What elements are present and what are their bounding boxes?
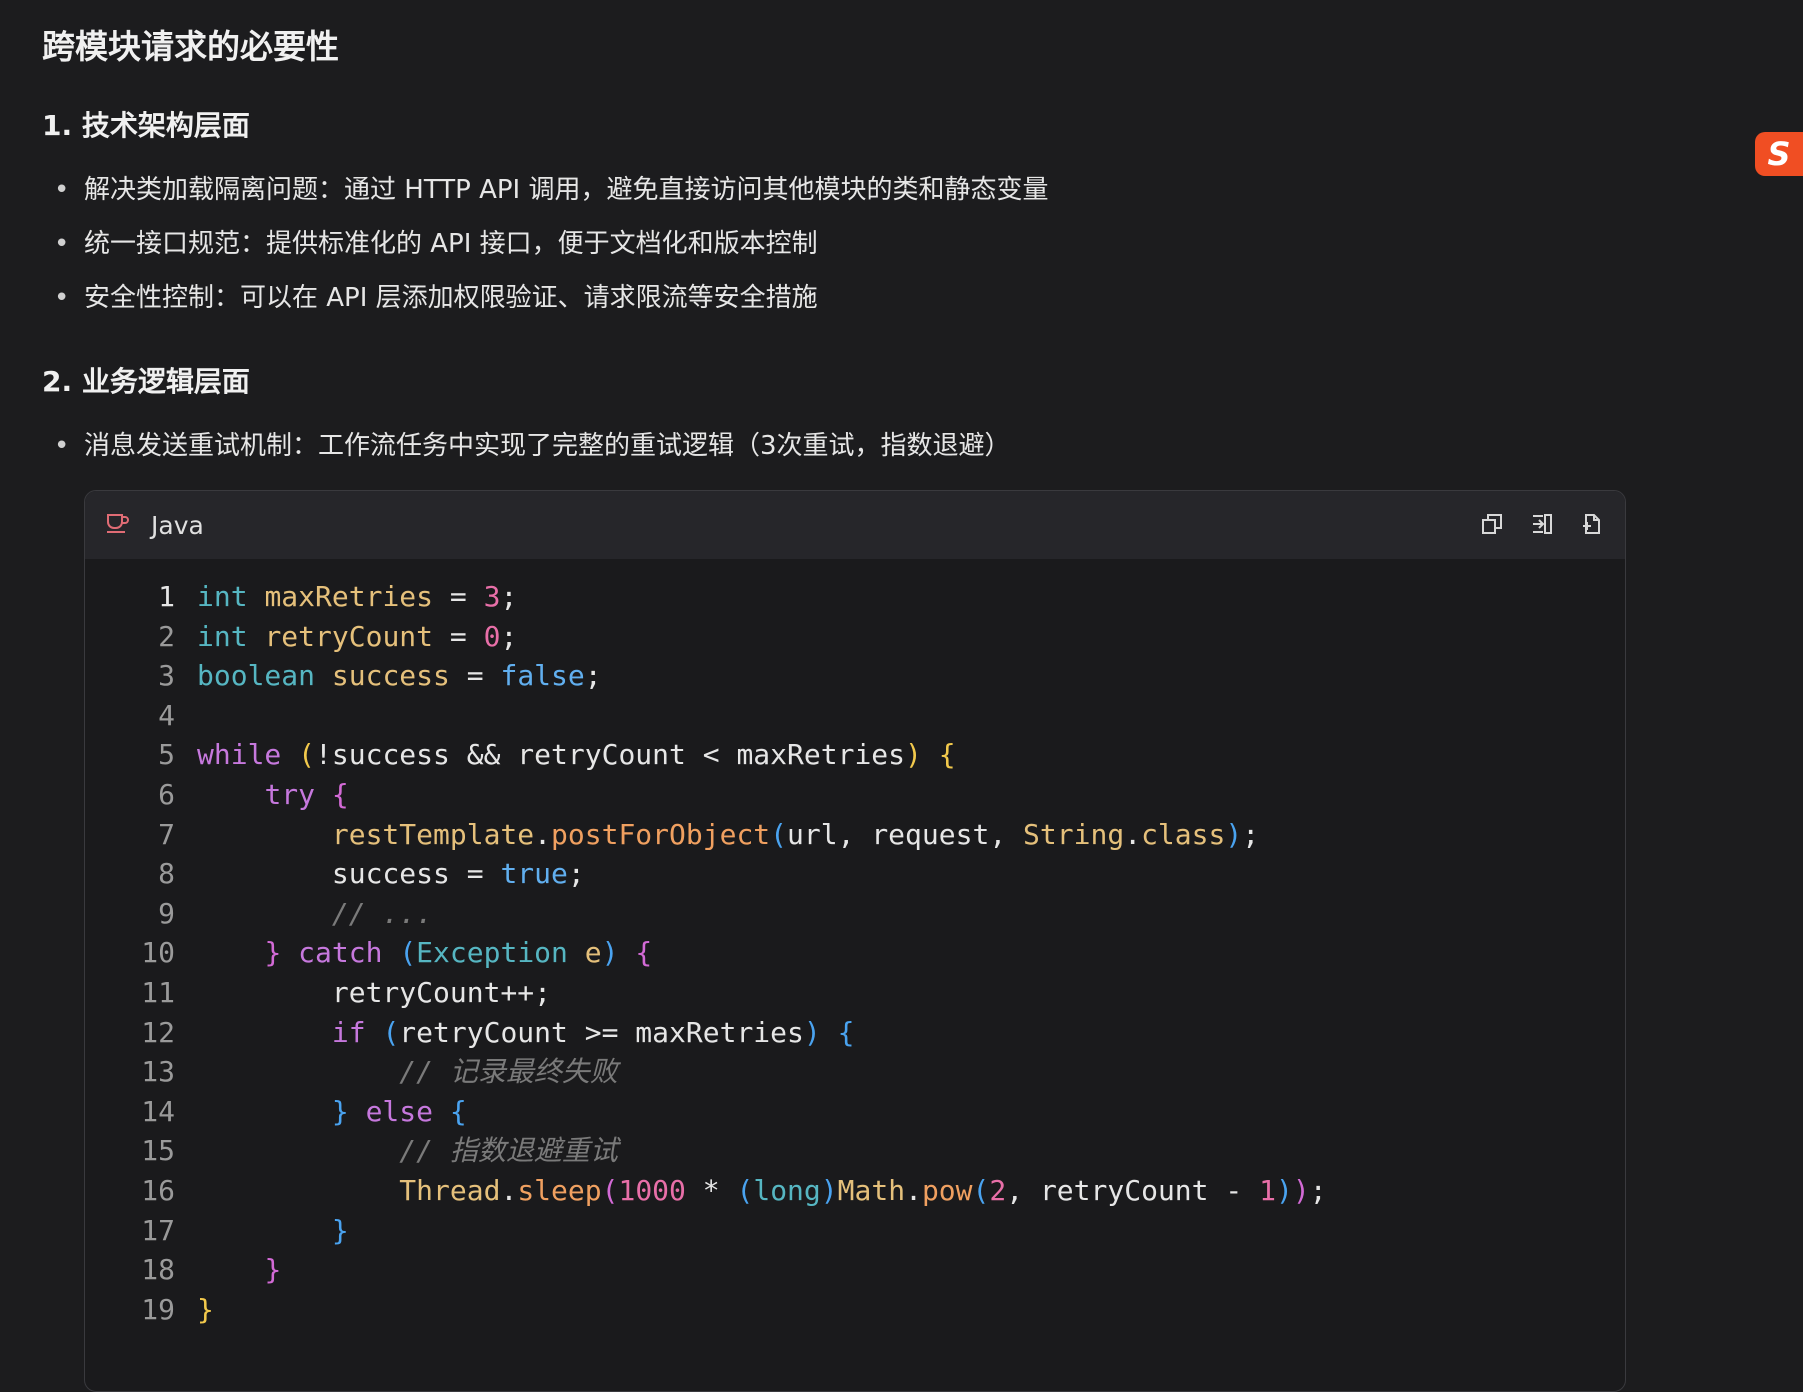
new-file-icon[interactable] <box>1577 509 1607 539</box>
copy-icon[interactable] <box>1477 509 1507 539</box>
code-block: Java 1 int maxRetries = 3; 2 int retryCo… <box>84 490 1626 1392</box>
line-number: 18 <box>141 1253 175 1287</box>
code-line: 4 <box>85 696 1625 736</box>
line-number: 16 <box>141 1173 175 1207</box>
line-number: 12 <box>141 1015 175 1049</box>
line-number: 3 <box>158 659 175 693</box>
business-bullet-list: 消息发送重试机制：工作流任务中实现了完整的重试逻辑（3次重试，指数退避） <box>42 426 1011 480</box>
section-heading-architecture: 1. 技术架构层面 <box>42 109 250 142</box>
line-number: 14 <box>141 1094 175 1128</box>
line-number: 5 <box>158 738 175 772</box>
code-line: 1 int maxRetries = 3; <box>85 577 1625 617</box>
code-line: 9 // ... <box>85 894 1625 934</box>
code-line: 13 // 记录最终失败 <box>85 1052 1625 1092</box>
code-line: 10 } catch (Exception e) { <box>85 933 1625 973</box>
code-line: 14 } else { <box>85 1092 1625 1132</box>
code-line: 16 Thread.sleep(1000 * (long)Math.pow(2,… <box>85 1171 1625 1211</box>
line-number: 8 <box>158 857 175 891</box>
line-number: 10 <box>141 936 175 970</box>
line-number: 9 <box>158 896 175 930</box>
list-item: 消息发送重试机制：工作流任务中实现了完整的重试逻辑（3次重试，指数退避） <box>42 426 1011 480</box>
code-block-header: Java <box>85 491 1625 559</box>
code-line: 12 if (retryCount >= maxRetries) { <box>85 1013 1625 1053</box>
insert-icon[interactable] <box>1527 509 1557 539</box>
list-item: 统一接口规范：提供标准化的 API 接口，便于文档化和版本控制 <box>42 224 1048 278</box>
code-line: 19} <box>85 1290 1625 1330</box>
coffee-icon <box>105 509 135 541</box>
list-item: 解决类加载隔离问题：通过 HTTP API 调用，避免直接访问其他模块的类和静态… <box>42 170 1048 224</box>
line-number: 17 <box>141 1213 175 1247</box>
code-line: 15 // 指数退避重试 <box>85 1131 1625 1171</box>
code-line: 3 boolean success = false; <box>85 656 1625 696</box>
line-number: 1 <box>158 580 175 613</box>
code-line: 18 } <box>85 1250 1625 1290</box>
section-heading-business: 2. 业务逻辑层面 <box>42 365 250 398</box>
line-number: 11 <box>141 975 175 1009</box>
code-line: 8 success = true; <box>85 854 1625 894</box>
line-number: 15 <box>141 1134 175 1168</box>
ime-badge[interactable]: S <box>1755 132 1803 176</box>
code-body: 1 int maxRetries = 3; 2 int retryCount = 0… <box>85 559 1625 1329</box>
code-line: 2 int retryCount = 0; <box>85 617 1625 657</box>
line-number: 4 <box>158 698 175 732</box>
code-line: 11 retryCount++; <box>85 973 1625 1013</box>
code-line: 17 } <box>85 1211 1625 1251</box>
list-item: 安全性控制：可以在 API 层添加权限验证、请求限流等安全措施 <box>42 278 1048 332</box>
code-line: 6 try { <box>85 775 1625 815</box>
code-line: 5 while (!success && retryCount < maxRetr… <box>85 735 1625 775</box>
code-language-label: Java <box>151 510 204 540</box>
page-title: 跨模块请求的必要性 <box>42 27 339 66</box>
line-number: 6 <box>158 777 175 811</box>
code-line: 7 restTemplate.postForObject(url, reques… <box>85 815 1625 855</box>
line-number: 19 <box>141 1292 175 1326</box>
line-number: 2 <box>158 619 175 653</box>
line-number: 7 <box>158 817 175 851</box>
architecture-bullet-list: 解决类加载隔离问题：通过 HTTP API 调用，避免直接访问其他模块的类和静态… <box>42 170 1048 332</box>
line-number: 13 <box>141 1055 175 1089</box>
